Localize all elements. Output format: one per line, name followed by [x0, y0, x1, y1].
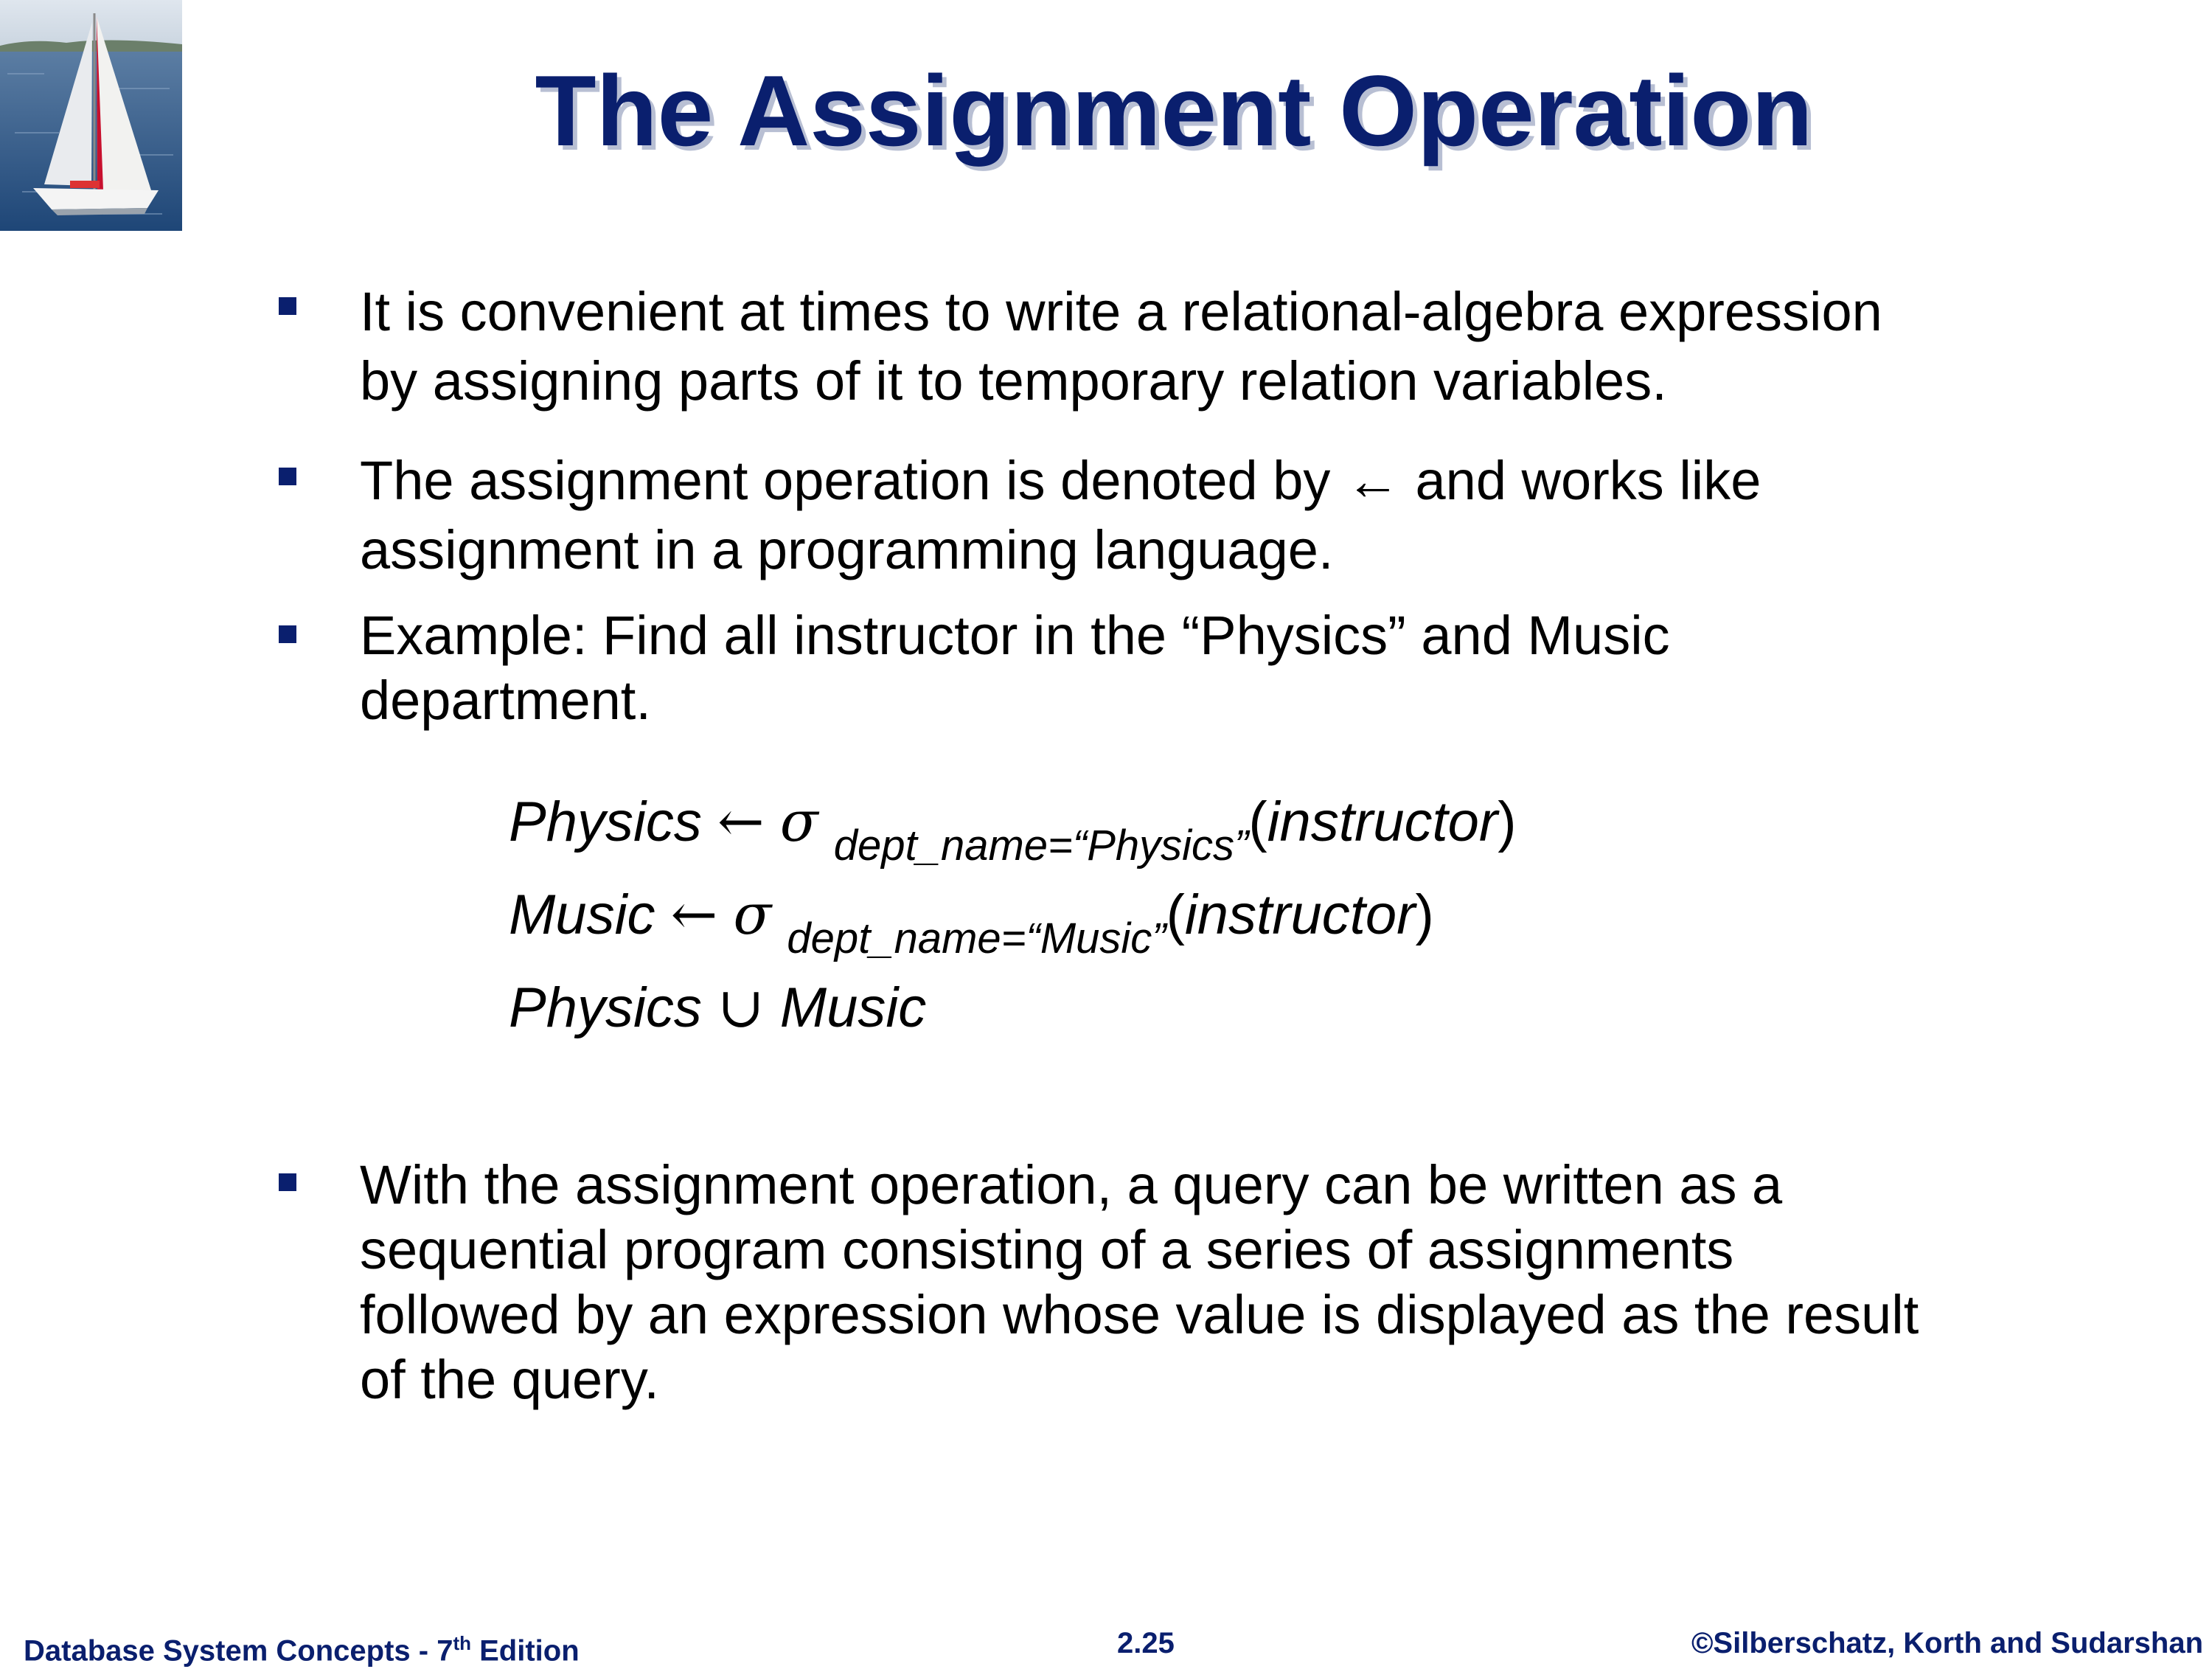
sailboat-logo	[0, 0, 182, 231]
bullet-1-line-1: It is convenient at times to write a rel…	[360, 281, 1882, 342]
sigma-icon: σ	[733, 881, 772, 947]
expression-physics: Physics ← σ dept_name=“Physics”(instruct…	[509, 786, 1517, 870]
square-bullet-icon	[279, 1173, 296, 1191]
expression-union: Physics ∪ Music	[509, 972, 926, 1044]
bullet-1-text: It is convenient at times to write a rel…	[360, 277, 1882, 416]
slide-title: The Assignment Operation	[535, 55, 1813, 167]
footer-edition-sup: th	[453, 1632, 471, 1654]
bullet-4-line-3: followed by an expression whose value is…	[360, 1284, 1919, 1345]
left-arrow-icon: ←	[670, 881, 718, 947]
footer-book-main: Database System Concepts - 7	[24, 1634, 453, 1668]
expr1-lhs: Physics	[509, 791, 702, 853]
square-bullet-icon	[279, 297, 296, 315]
expression-music: Music ← σ dept_name=“Music”(instructor)	[509, 879, 1434, 962]
sailboat-icon	[0, 0, 182, 231]
expr2-condition: dept_name=“Music”	[787, 915, 1166, 962]
expr2-relation: instructor	[1184, 884, 1416, 946]
bullet-4-text: With the assignment operation, a query c…	[360, 1153, 1919, 1412]
bullet-3-line-2: department.	[360, 670, 651, 731]
expr2-lhs: Music	[509, 884, 655, 946]
expr3-left: Physics	[509, 976, 702, 1039]
footer-book-title: Database System Concepts - 7th Edition	[24, 1625, 580, 1669]
bullet-3-text: Example: Find all instructor in the “Phy…	[360, 603, 1670, 733]
bullet-4-line-4: of the query.	[360, 1349, 659, 1410]
bullet-2-line-2: assignment in a programming language.	[360, 519, 1334, 580]
footer-edition-word: Edition	[471, 1634, 580, 1668]
bullet-4-line-2: sequential program consisting of a serie…	[360, 1219, 1734, 1280]
bullet-2-line-1: The assignment operation is denoted by ←…	[360, 450, 1761, 511]
expr1-open-paren: (	[1248, 791, 1267, 853]
expr1-close-paren: )	[1498, 791, 1517, 853]
sigma-icon: σ	[779, 788, 818, 854]
bullet-2-text: The assignment operation is denoted by ←…	[360, 446, 1761, 585]
expr3-right: Music	[779, 976, 927, 1039]
expr1-condition: dept_name=“Physics”	[833, 822, 1249, 870]
bullet-4-line-1: With the assignment operation, a query c…	[360, 1154, 1783, 1215]
left-arrow-icon: ←	[717, 788, 765, 854]
union-icon: ∪	[717, 974, 765, 1040]
footer-copyright: ©Silberschatz, Korth and Sudarshan	[1691, 1627, 2203, 1659]
bullet-3-line-1: Example: Find all instructor in the “Phy…	[360, 605, 1670, 666]
expr2-open-paren: (	[1166, 884, 1185, 946]
bullet-1-line-2: by assigning parts of it to temporary re…	[360, 350, 1667, 412]
footer-page-number: 2.25	[1117, 1627, 1175, 1659]
square-bullet-icon	[279, 468, 296, 485]
expr1-relation: instructor	[1267, 791, 1498, 853]
square-bullet-icon	[279, 625, 296, 643]
expr2-close-paren: )	[1415, 884, 1434, 946]
